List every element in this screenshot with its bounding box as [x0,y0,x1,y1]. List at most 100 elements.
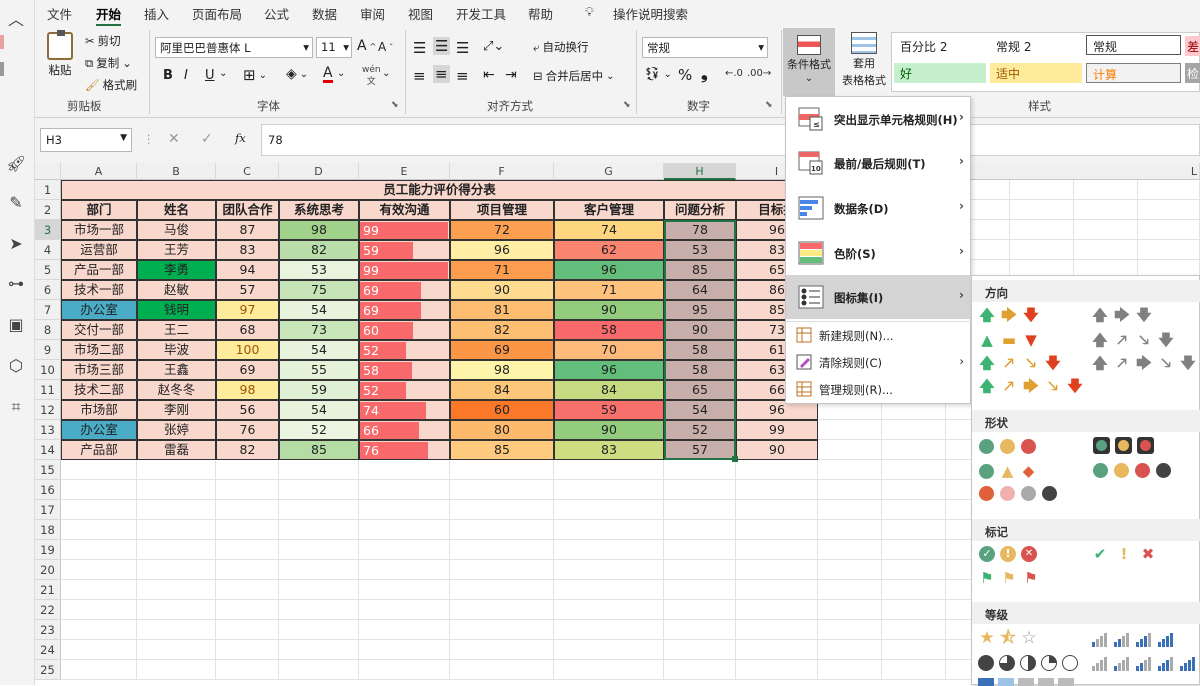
number-format-select[interactable]: 常规 ▾ [642,37,768,58]
alignment-dialog-launcher[interactable]: ⬊ [623,100,631,110]
table-cell[interactable]: 王鑫 [137,360,216,380]
table-cell[interactable]: 99 [359,220,450,240]
decrease-indent-icon[interactable]: ⇤ [483,67,495,83]
cell[interactable] [279,560,359,580]
table-cell[interactable]: 赵敏 [137,280,216,300]
cell[interactable] [664,520,736,540]
table-cell[interactable]: 72 [450,220,554,240]
icon-set-4-arrows-gray[interactable]: 🡅 🡕 🡖 🡇 [1091,331,1175,349]
table-cell[interactable]: 90 [736,440,818,460]
cell[interactable] [61,580,137,600]
row-header[interactable]: 1 [35,180,61,200]
cell[interactable] [137,660,216,680]
table-cell[interactable]: 82 [450,320,554,340]
cell[interactable] [279,520,359,540]
select-all-corner[interactable] [35,163,61,180]
cell[interactable] [137,500,216,520]
cell[interactable] [554,600,664,620]
table-cell[interactable]: 赵冬冬 [137,380,216,400]
tab-file[interactable]: 文件 [47,4,72,23]
column-header-e[interactable]: E [359,163,450,180]
column-header-c[interactable]: C [216,163,279,180]
icon-set-3-symbols-circled[interactable]: ✓ ! ✕ [979,546,1037,562]
cell[interactable] [216,460,279,480]
connector-icon[interactable]: ⊶ [4,272,28,296]
cell[interactable] [554,500,664,520]
table-cell[interactable]: 75 [279,280,359,300]
table-cell[interactable]: 52 [359,380,450,400]
cell[interactable] [818,620,882,640]
cell[interactable] [554,480,664,500]
tab-developer[interactable]: 开发工具 [456,4,506,23]
row-header[interactable]: 20 [35,560,61,580]
icon-set-3-signs[interactable]: ▲ ◆ [979,462,1036,480]
icon-set-5-arrows-gray[interactable]: 🡅 🡕 🡆 🡖 🡇 [1091,354,1197,372]
style-normal[interactable]: 常规 [1086,35,1181,55]
cell[interactable] [450,520,554,540]
cell[interactable] [137,540,216,560]
cell[interactable] [882,600,946,620]
cut-button[interactable]: ✂ 剪切 [85,33,121,49]
cell[interactable] [736,540,818,560]
menu-icon-sets[interactable]: 图标集(I) › [786,275,972,319]
decrease-decimal-icon[interactable]: .00→ [747,68,771,79]
row-header[interactable]: 13 [35,420,61,440]
icon-set-4-red-to-black[interactable] [979,486,1057,501]
cell[interactable] [279,460,359,480]
cell[interactable] [216,660,279,680]
cell[interactable] [359,560,450,580]
cell[interactable] [818,480,882,500]
table-cell[interactable]: 59 [554,400,664,420]
table-cell[interactable]: 90 [450,280,554,300]
cell[interactable] [450,660,554,680]
cell[interactable] [279,620,359,640]
header-cell[interactable]: 有效沟通 [359,200,450,220]
table-cell[interactable]: 98 [450,360,554,380]
table-cell[interactable]: 李勇 [137,260,216,280]
cell[interactable] [818,440,882,460]
cell[interactable] [882,500,946,520]
row-header[interactable]: 23 [35,620,61,640]
table-cell[interactable]: 市场二部 [61,340,137,360]
table-cell[interactable]: 98 [216,380,279,400]
cell[interactable] [137,580,216,600]
header-cell[interactable]: 问题分析 [664,200,736,220]
table-cell[interactable]: 96 [554,360,664,380]
table-cell[interactable]: 97 [216,300,279,320]
style-check[interactable]: 检 [1185,63,1200,83]
orientation-icon[interactable]: ⤢⌄ [483,39,504,54]
row-header[interactable]: 17 [35,500,61,520]
header-cell[interactable]: 姓名 [137,200,216,220]
row-header[interactable]: 8 [35,320,61,340]
increase-font-icon[interactable]: A ^ [357,38,376,54]
table-cell[interactable]: 55 [279,360,359,380]
style-neutral[interactable]: 适中 [990,63,1082,83]
table-cell[interactable]: 57 [216,280,279,300]
row-header[interactable]: 15 [35,460,61,480]
align-center-icon[interactable]: ≡ [433,65,450,83]
column-header-f[interactable]: F [450,163,554,180]
table-cell[interactable]: 56 [216,400,279,420]
table-cell[interactable]: 71 [554,280,664,300]
column-header-a[interactable]: A [61,163,137,180]
table-cell[interactable]: 84 [450,380,554,400]
table-cell[interactable]: 69 [359,280,450,300]
table-cell[interactable]: 96 [450,240,554,260]
table-cell[interactable]: 73 [279,320,359,340]
cell[interactable] [359,520,450,540]
table-cell[interactable]: 59 [359,240,450,260]
column-header-b[interactable]: B [137,163,216,180]
pen-icon[interactable]: ✎ [4,191,28,215]
cell[interactable] [450,560,554,580]
row-header[interactable]: 2 [35,200,61,220]
icon-set-3-arrows-gray[interactable]: 🡅 🡆 🡇 [1091,306,1153,324]
cell[interactable] [554,640,664,660]
cell[interactable] [554,580,664,600]
cell[interactable] [664,620,736,640]
table-cell[interactable]: 69 [359,300,450,320]
row-header[interactable]: 18 [35,520,61,540]
table-cell[interactable]: 68 [216,320,279,340]
cell[interactable] [882,640,946,660]
wrap-text-button[interactable]: ⤶ 自动换行 [533,39,588,55]
cell[interactable] [818,660,882,680]
